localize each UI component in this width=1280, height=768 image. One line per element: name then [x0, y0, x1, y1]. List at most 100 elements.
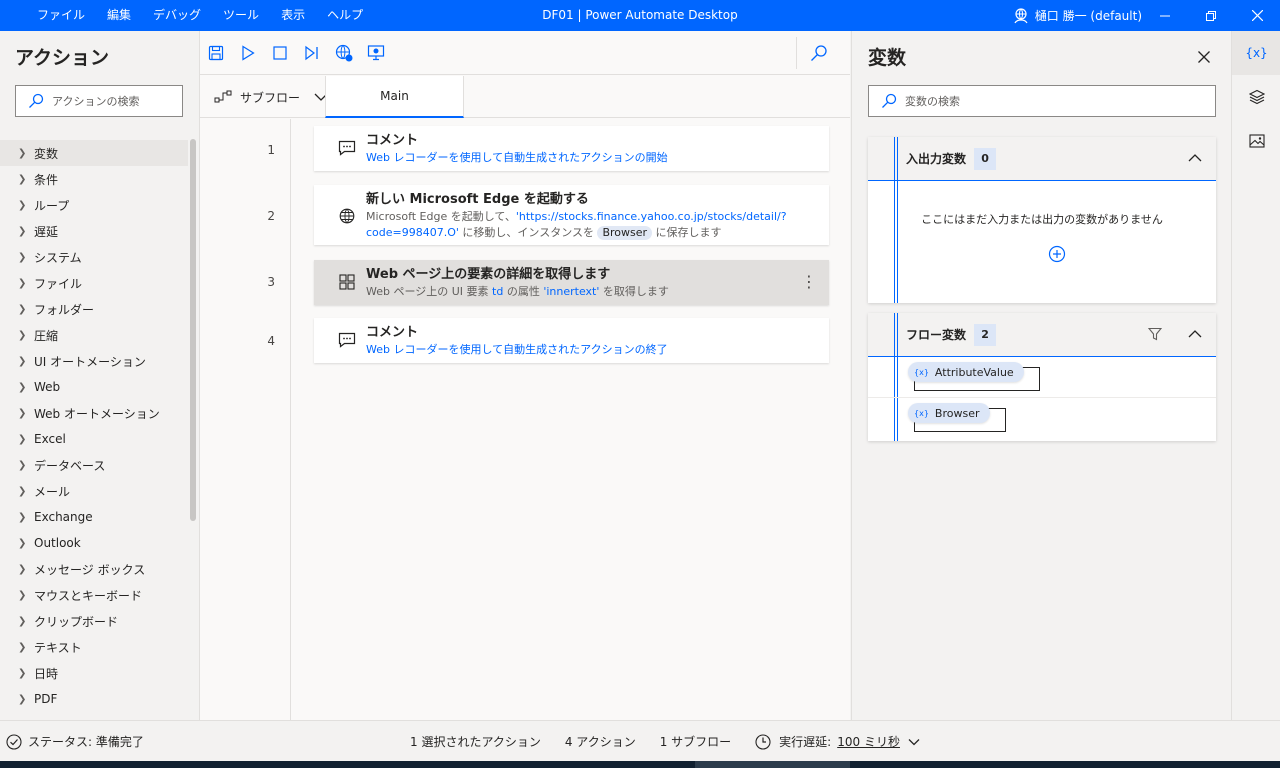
web-recorder-button[interactable]	[332, 41, 356, 65]
desktop-recorder-button[interactable]	[364, 41, 388, 65]
flow-step-launch-edge[interactable]: 新しい Microsoft Edge を起動する Microsoft Edge …	[314, 185, 829, 245]
images-rail-button[interactable]	[1232, 119, 1280, 163]
chevron-right-icon: ❯	[18, 615, 27, 627]
variables-rail-button[interactable]: {x}	[1232, 31, 1280, 75]
status-bar: ステータス: 準備完了 1 選択されたアクション 4 アクション 1 サブフロー…	[0, 720, 1280, 761]
subflow-tabs: サブフロー Main	[200, 76, 850, 118]
action-category[interactable]: ❯ Excel	[0, 426, 188, 452]
menu-tools[interactable]: ツール	[212, 0, 270, 31]
chevron-right-icon: ❯	[18, 173, 27, 185]
chevron-right-icon: ❯	[18, 303, 27, 315]
action-category[interactable]: ❯ テキスト	[0, 634, 188, 660]
search-icon	[29, 93, 44, 108]
variable-row[interactable]: {x} AttributeValue	[868, 357, 1216, 398]
action-category[interactable]: ❯ ファイル	[0, 270, 188, 296]
section-title: 入出力変数	[906, 152, 967, 166]
restore-button[interactable]	[1188, 0, 1234, 31]
actions-title: アクション	[15, 47, 110, 69]
flow-variables-header[interactable]: フロー変数 2	[868, 313, 1216, 357]
close-icon	[1251, 10, 1263, 21]
action-category[interactable]: ❯ 日時	[0, 660, 188, 686]
chevron-right-icon: ❯	[18, 199, 27, 211]
step-description: Web レコーダーを使用して自動生成されたアクションの開始	[366, 151, 668, 164]
run-next-action-button[interactable]	[300, 41, 324, 65]
clock-icon	[755, 733, 771, 750]
action-category[interactable]: ❯ Exchange	[0, 504, 188, 530]
close-window-button[interactable]	[1234, 0, 1280, 31]
step-description: Microsoft Edge を起動して、'https://stocks.fin…	[366, 210, 787, 240]
subflow-icon	[214, 90, 232, 103]
actions-search-input[interactable]: アクションの検索	[15, 85, 183, 117]
flow-step-get-element-details[interactable]: Web ページ上の要素の詳細を取得します Web ページ上の UI 要素 td …	[314, 260, 829, 305]
action-category[interactable]: ❯ Outlook	[0, 530, 188, 556]
action-category[interactable]: ❯ メッセージ ボックス	[0, 556, 188, 582]
flow-step-comment-start[interactable]: コメント Web レコーダーを使用して自動生成されたアクションの開始	[314, 126, 829, 171]
menu-help[interactable]: ヘルプ	[316, 0, 374, 31]
menu-view[interactable]: 表示	[270, 0, 316, 31]
flow-step-comment-end[interactable]: コメント Web レコーダーを使用して自動生成されたアクションの終了	[314, 318, 829, 363]
run-delay-value[interactable]: 100 ミリ秒	[837, 733, 900, 750]
action-category[interactable]: ❯ Web	[0, 374, 188, 400]
io-variables-section: 入出力変数 0 ここにはまだ入力または出力の変数がありません	[868, 137, 1216, 303]
taskbar-active-item[interactable]	[695, 761, 850, 768]
action-category[interactable]: ❯ メール	[0, 478, 188, 504]
action-category[interactable]: ❯ システム	[0, 244, 188, 270]
step-next-icon	[305, 45, 318, 61]
variable-name: Browser	[934, 406, 980, 420]
chevron-right-icon: ❯	[18, 589, 27, 601]
save-button[interactable]	[204, 41, 228, 65]
action-category[interactable]: ❯ 遅延	[0, 218, 188, 244]
stop-button[interactable]	[268, 41, 292, 65]
close-variables-button[interactable]	[1194, 47, 1214, 67]
globe-icon	[338, 207, 356, 225]
variable-row[interactable]: {x} Browser	[868, 398, 1216, 439]
filter-icon[interactable]	[1148, 327, 1162, 341]
comment-icon	[338, 139, 356, 157]
io-variables-header[interactable]: 入出力変数 0	[868, 137, 1216, 181]
comment-icon	[338, 331, 356, 349]
tab-main[interactable]: Main	[325, 76, 464, 118]
variables-search-input[interactable]: 変数の検索	[868, 85, 1216, 117]
action-category[interactable]: ❯ 圧縮	[0, 322, 188, 348]
add-variable-button[interactable]	[1048, 245, 1066, 266]
check-circle-icon	[6, 733, 22, 750]
run-button[interactable]	[236, 41, 260, 65]
chevron-right-icon: ❯	[18, 563, 27, 575]
layers-icon	[1248, 89, 1265, 105]
action-category[interactable]: ❯ UI オートメーション	[0, 348, 188, 374]
find-in-flow-button[interactable]	[807, 41, 831, 65]
menu-file[interactable]: ファイル	[26, 0, 96, 31]
chevron-right-icon: ❯	[18, 329, 27, 341]
more-options-icon[interactable]: ⋮	[801, 272, 817, 291]
action-category[interactable]: ❯ Web オートメーション	[0, 400, 188, 426]
chevron-up-icon[interactable]	[1188, 327, 1202, 341]
action-category[interactable]: ❯ ループ	[0, 192, 188, 218]
step-title: 新しい Microsoft Edge を起動する	[366, 192, 589, 207]
line-number: 1	[267, 143, 275, 157]
variable-chip[interactable]: {x} Browser	[908, 403, 990, 423]
action-category[interactable]: ❯ クリップボード	[0, 608, 188, 634]
menu-edit[interactable]: 編集	[96, 0, 142, 31]
chevron-right-icon: ❯	[18, 537, 27, 549]
action-category[interactable]: ❯ 条件	[0, 166, 188, 192]
chevron-down-icon[interactable]	[908, 738, 920, 746]
variable-chip[interactable]: {x} AttributeValue	[908, 362, 1024, 382]
user-account[interactable]: 樋口 勝一 (default)	[1013, 0, 1142, 31]
search-icon	[882, 93, 897, 108]
chevron-up-icon[interactable]	[1188, 151, 1202, 165]
minimize-button[interactable]	[1142, 0, 1188, 31]
status-text: ステータス: 準備完了	[28, 735, 144, 749]
variable-name: AttributeValue	[934, 365, 1014, 379]
chevron-right-icon: ❯	[18, 459, 27, 471]
ui-elements-rail-button[interactable]	[1232, 75, 1280, 119]
actions-scrollbar[interactable]	[190, 139, 196, 521]
action-category[interactable]: ❯ データベース	[0, 452, 188, 478]
action-category[interactable]: ❯ PDF	[0, 686, 188, 712]
menu-debug[interactable]: デバッグ	[142, 0, 212, 31]
subflow-dropdown[interactable]: サブフロー	[214, 76, 328, 118]
chevron-right-icon: ❯	[18, 355, 27, 367]
chevron-right-icon: ❯	[18, 511, 27, 523]
action-category[interactable]: ❯ フォルダー	[0, 296, 188, 322]
action-category[interactable]: ❯ 変数	[0, 140, 188, 166]
action-category[interactable]: ❯ マウスとキーボード	[0, 582, 188, 608]
